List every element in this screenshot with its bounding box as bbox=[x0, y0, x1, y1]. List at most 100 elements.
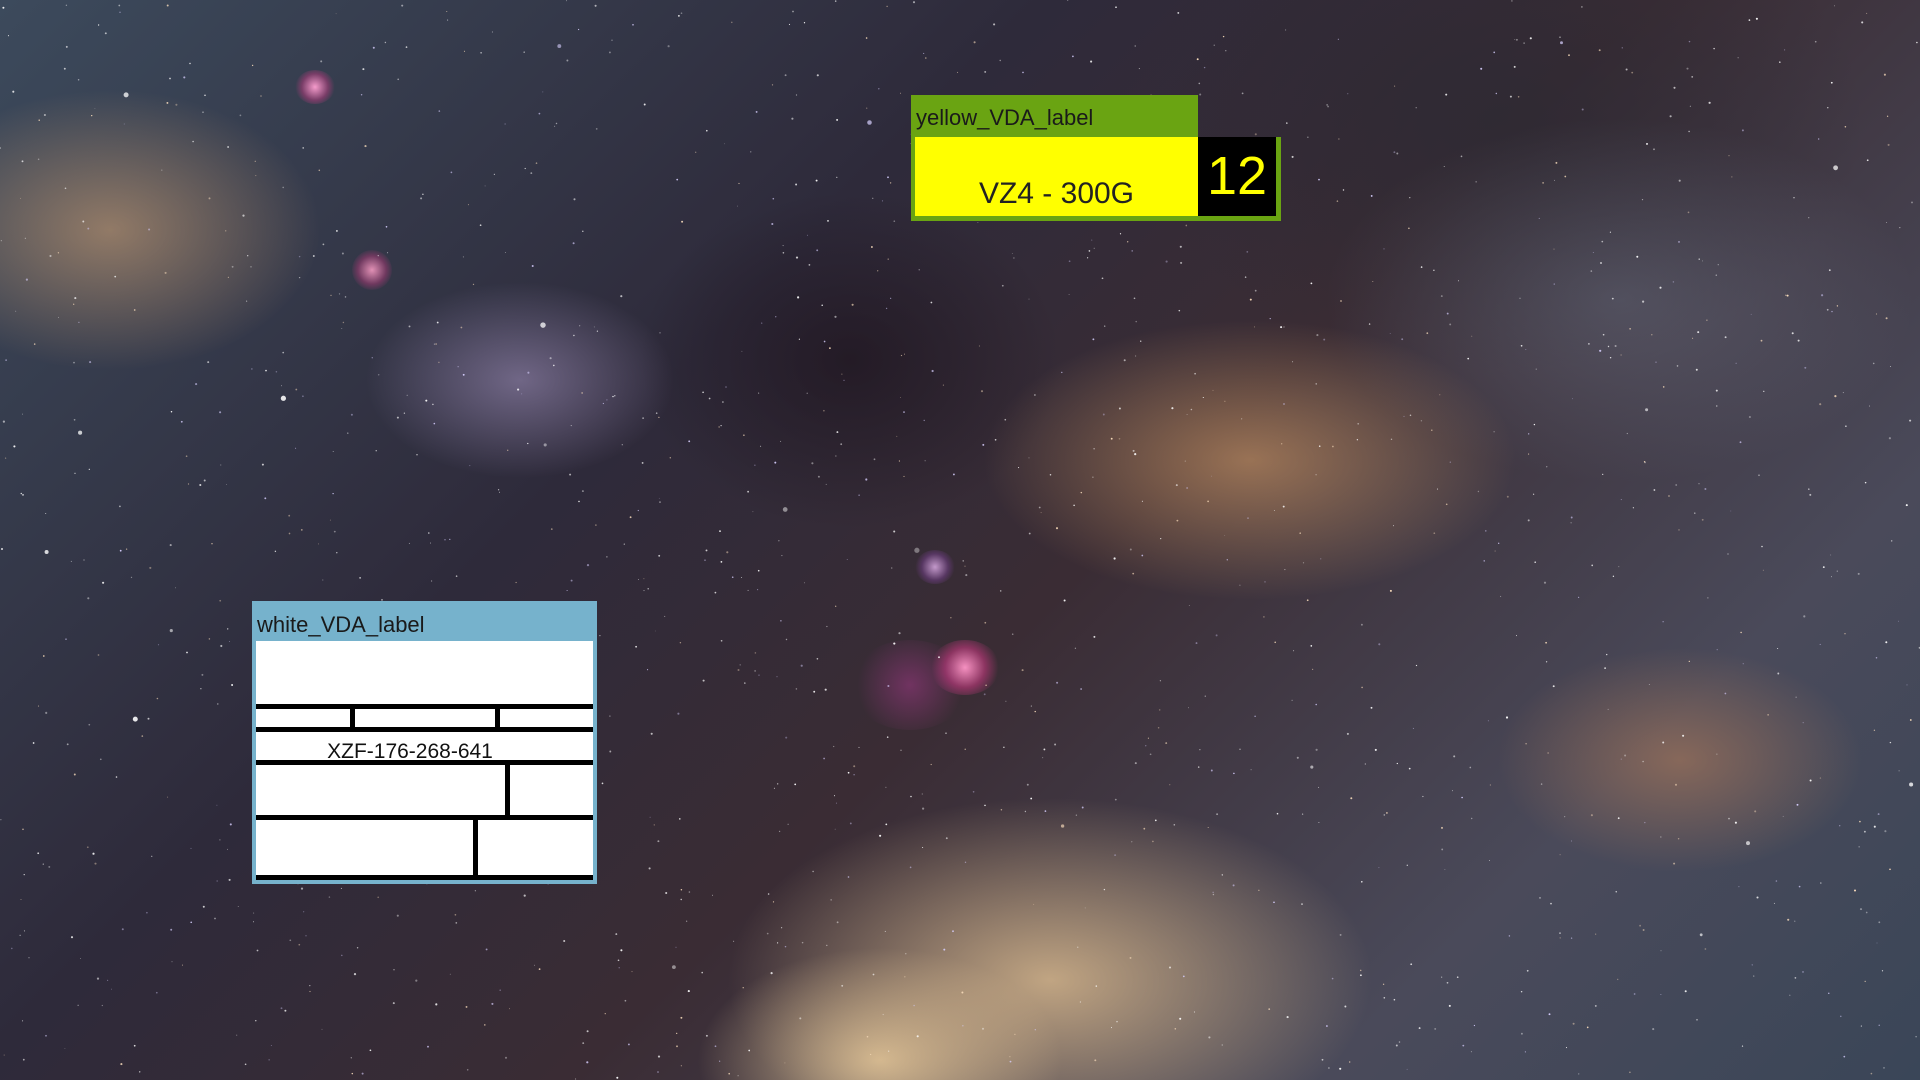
star bbox=[898, 632, 901, 635]
star bbox=[542, 91, 544, 93]
star bbox=[1767, 714, 1769, 716]
star bbox=[1644, 461, 1646, 464]
star bbox=[288, 514, 291, 517]
star bbox=[1258, 889, 1260, 891]
star bbox=[268, 1059, 270, 1061]
star bbox=[945, 837, 948, 840]
star bbox=[64, 1048, 66, 1049]
star bbox=[119, 505, 121, 508]
yellow-vda-label-titlebar[interactable]: yellow_VDA_label bbox=[911, 95, 1198, 137]
star bbox=[1889, 741, 1892, 744]
star bbox=[1244, 276, 1247, 278]
yellow-label-number-box: 12 bbox=[1198, 137, 1276, 216]
star bbox=[825, 483, 827, 485]
star bbox=[795, 256, 799, 259]
star bbox=[1660, 836, 1662, 838]
star bbox=[1165, 260, 1168, 263]
star bbox=[1542, 181, 1545, 184]
star bbox=[1173, 824, 1176, 826]
star bbox=[780, 440, 782, 442]
star bbox=[491, 1002, 494, 1005]
star bbox=[1471, 335, 1473, 337]
star bbox=[1361, 686, 1363, 689]
star bbox=[1735, 362, 1737, 364]
star bbox=[408, 325, 411, 328]
star bbox=[533, 964, 536, 966]
star bbox=[1682, 734, 1685, 737]
star bbox=[118, 4, 121, 7]
star bbox=[229, 640, 231, 642]
star bbox=[1080, 491, 1083, 494]
star bbox=[813, 690, 816, 693]
star bbox=[1446, 981, 1449, 984]
star bbox=[1055, 527, 1059, 530]
star bbox=[833, 795, 836, 797]
star bbox=[335, 229, 338, 232]
star bbox=[64, 187, 67, 190]
star bbox=[846, 559, 848, 560]
star bbox=[37, 158, 40, 161]
star bbox=[1378, 643, 1381, 646]
star bbox=[22, 494, 24, 496]
star bbox=[393, 969, 395, 971]
star bbox=[1641, 198, 1644, 201]
star bbox=[1528, 453, 1530, 455]
yellow-vda-label-window[interactable]: yellow_VDA_label VZ4 - 300G 12 bbox=[911, 95, 1281, 221]
star bbox=[1165, 742, 1168, 745]
star bbox=[657, 1071, 659, 1073]
star bbox=[923, 419, 925, 422]
star bbox=[631, 971, 633, 973]
star bbox=[73, 361, 75, 364]
star bbox=[169, 77, 171, 80]
star bbox=[702, 391, 704, 394]
star bbox=[255, 175, 257, 177]
star bbox=[280, 395, 287, 401]
star bbox=[1158, 709, 1161, 711]
star bbox=[82, 220, 85, 223]
star bbox=[736, 205, 738, 207]
star bbox=[885, 307, 888, 310]
star bbox=[701, 971, 703, 974]
star bbox=[1286, 122, 1288, 124]
star bbox=[49, 254, 52, 258]
star bbox=[1559, 854, 1561, 856]
star bbox=[741, 350, 743, 352]
star bbox=[925, 57, 927, 59]
star bbox=[167, 796, 169, 798]
star bbox=[957, 71, 959, 73]
star bbox=[688, 440, 691, 443]
star bbox=[1409, 414, 1412, 417]
star bbox=[1897, 620, 1899, 622]
star bbox=[722, 401, 724, 403]
star bbox=[19, 934, 21, 936]
star bbox=[1280, 326, 1283, 329]
star bbox=[1224, 400, 1226, 402]
star bbox=[898, 460, 900, 462]
star bbox=[1909, 719, 1912, 721]
star bbox=[1204, 695, 1206, 697]
star bbox=[295, 388, 298, 391]
star bbox=[896, 435, 898, 437]
star bbox=[115, 776, 118, 778]
star bbox=[1409, 197, 1411, 199]
star bbox=[621, 444, 623, 446]
white-vda-label-titlebar[interactable]: white_VDA_label bbox=[252, 601, 597, 641]
star bbox=[785, 736, 788, 739]
star bbox=[719, 530, 721, 532]
star bbox=[1110, 437, 1113, 440]
star bbox=[1692, 337, 1694, 339]
star bbox=[438, 110, 441, 112]
star bbox=[835, 605, 837, 607]
star bbox=[1646, 142, 1648, 145]
star bbox=[465, 1005, 468, 1008]
star bbox=[208, 638, 211, 640]
star bbox=[0, 547, 4, 551]
star bbox=[657, 1055, 661, 1058]
star bbox=[57, 252, 60, 254]
white-vda-label-window[interactable]: white_VDA_label XZF-176-268-641 bbox=[252, 601, 597, 884]
star bbox=[1079, 1001, 1081, 1003]
star bbox=[1185, 224, 1188, 227]
star bbox=[1869, 405, 1870, 407]
star bbox=[1393, 998, 1396, 1001]
star bbox=[77, 79, 80, 81]
